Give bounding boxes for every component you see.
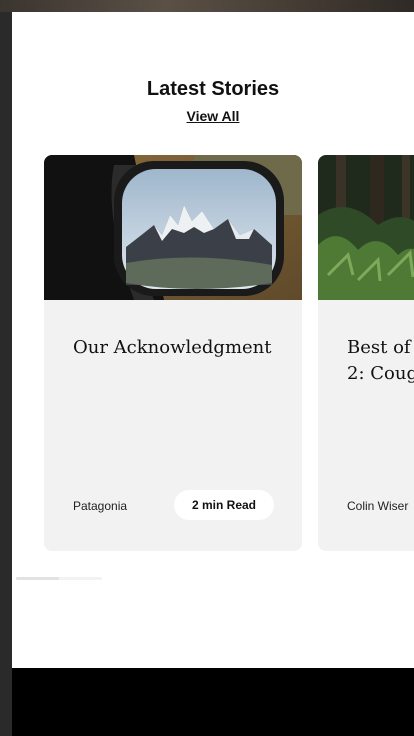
story-image-forest xyxy=(318,155,414,300)
story-title: Our Acknowledgment xyxy=(73,337,272,358)
page: Latest Stories View All Our Acknowledgme… xyxy=(12,12,414,736)
left-edge xyxy=(0,0,12,736)
story-card[interactable]: Our Acknowledgment Patagonia 2 min Read xyxy=(44,155,302,551)
story-author: Patagonia xyxy=(73,499,128,513)
view-all-link[interactable]: View All xyxy=(12,108,414,124)
read-time-badge: 2 min Read xyxy=(174,490,274,520)
story-author: Colin Wiser xyxy=(347,499,409,513)
top-image-strip xyxy=(0,0,414,12)
story-card[interactable]: Best of I 2: Couga Colin Wiser xyxy=(318,155,414,551)
section-title: Latest Stories xyxy=(146,78,280,100)
stories-carousel[interactable]: Our Acknowledgment Patagonia 2 min Read … xyxy=(12,155,414,553)
carousel-progress-track xyxy=(16,577,102,580)
carousel-progress-fill xyxy=(16,577,59,580)
footer-bar xyxy=(12,668,414,736)
story-title: Best of I 2: Couga xyxy=(347,337,414,384)
story-image-mirror-mountains xyxy=(44,155,302,300)
